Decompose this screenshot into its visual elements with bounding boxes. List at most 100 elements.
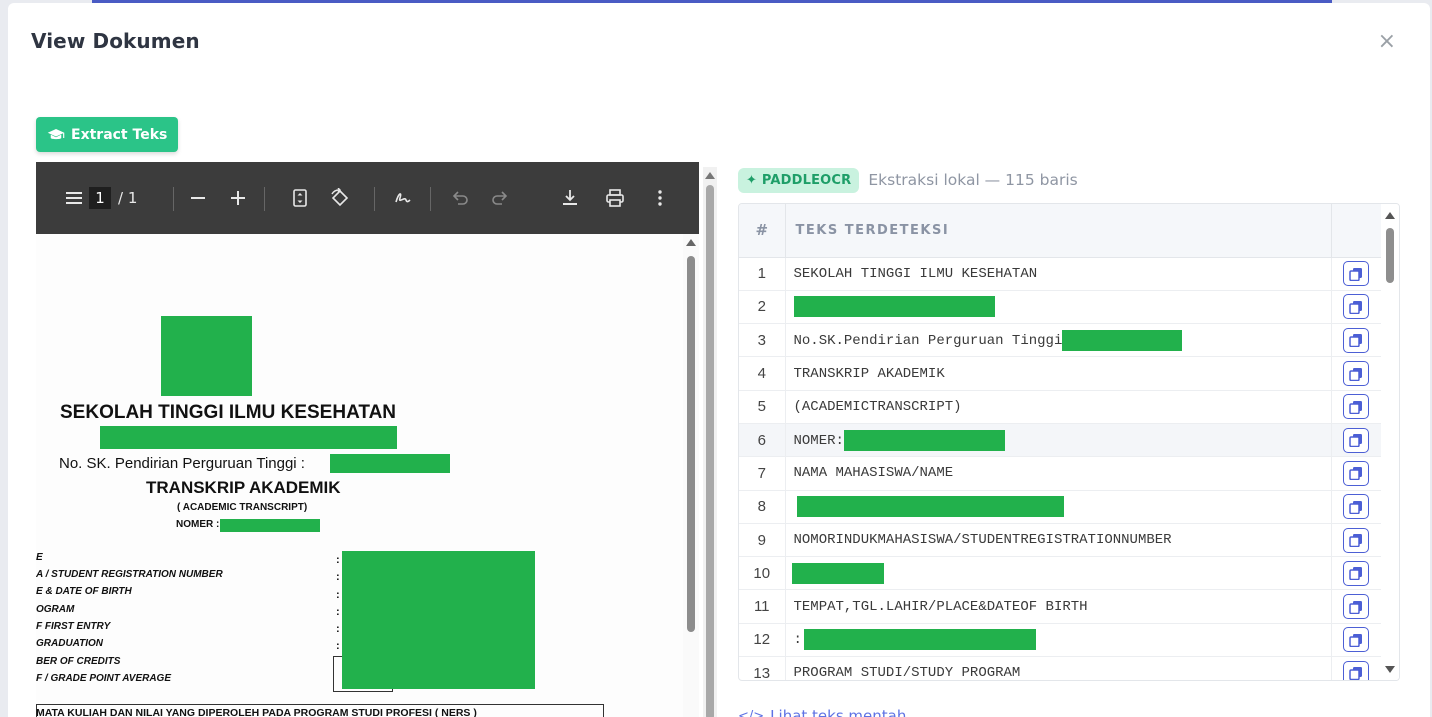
- copy-icon: [1349, 567, 1363, 581]
- close-button[interactable]: ×: [1378, 31, 1396, 53]
- table-row: 9 NOMORINDUKMAHASISWA/STUDENTREGISTRATION…: [739, 523, 1381, 558]
- copy-button[interactable]: [1343, 394, 1370, 420]
- row-number: 8: [739, 490, 786, 524]
- detected-text: NAMA MAHASISWA/NAME: [785, 456, 1331, 491]
- detected-text: (ACADEMICTRANSCRIPT): [785, 390, 1331, 424]
- copy-icon: [1349, 534, 1363, 548]
- copy-button[interactable]: [1343, 327, 1370, 353]
- detected-text-value: NOMER:: [793, 432, 844, 449]
- scroll-down-icon[interactable]: [1385, 666, 1395, 673]
- rotate-icon[interactable]: [330, 186, 350, 210]
- redacted-block: [220, 519, 320, 532]
- more-options-icon[interactable]: [650, 186, 670, 210]
- menu-icon[interactable]: [64, 186, 84, 210]
- extract-text-button[interactable]: Extract Teks: [36, 117, 179, 152]
- doc-field-label: BER OF CREDITS: [36, 656, 121, 667]
- detected-text-value: PROGRAM STUDI/STUDY PROGRAM: [793, 665, 1021, 681]
- draw-icon[interactable]: [393, 186, 413, 210]
- column-header-actions: [1330, 204, 1381, 258]
- column-header-text: TEKS TERDETEKSI: [785, 204, 1331, 258]
- ocr-scrollbar[interactable]: [1381, 204, 1399, 680]
- fit-page-icon[interactable]: [290, 186, 310, 210]
- copy-icon: [1349, 667, 1363, 680]
- copy-icon: [1349, 267, 1363, 281]
- copy-button[interactable]: [1343, 527, 1370, 553]
- detected-text: PROGRAM STUDI/STUDY PROGRAM: [785, 656, 1331, 681]
- row-actions: [1330, 556, 1381, 591]
- viewer-scrollbar[interactable]: [703, 167, 717, 717]
- row-number: 10: [739, 556, 786, 591]
- copy-button[interactable]: [1343, 261, 1370, 287]
- row-actions: [1330, 589, 1381, 624]
- redo-icon[interactable]: [490, 186, 510, 210]
- copy-button[interactable]: [1343, 627, 1370, 653]
- scroll-up-icon[interactable]: [705, 172, 715, 179]
- scroll-thumb[interactable]: [706, 185, 714, 717]
- copy-button[interactable]: [1343, 460, 1370, 486]
- scroll-up-icon[interactable]: [1385, 212, 1395, 219]
- scroll-up-icon[interactable]: [686, 239, 696, 246]
- zoom-out-icon[interactable]: [188, 186, 208, 210]
- row-number: 5: [739, 390, 786, 424]
- row-actions: [1330, 390, 1381, 424]
- redacted-text: [803, 629, 1036, 651]
- table-row: 3 No.SK.Pendirian Perguruan Tinggi: [739, 323, 1381, 358]
- print-icon[interactable]: [605, 186, 625, 210]
- scroll-thumb[interactable]: [1386, 228, 1394, 283]
- doc-footer-line: MATA KULIAH DAN NILAI YANG DIPEROLEH PAD…: [36, 707, 477, 717]
- undo-icon[interactable]: [450, 186, 470, 210]
- row-number: 13: [739, 656, 786, 680]
- pdf-toolbar: 1 / 1: [36, 162, 699, 234]
- table-row: 2: [739, 290, 1381, 325]
- zoom-in-icon[interactable]: [228, 186, 248, 210]
- table-row: 10: [739, 556, 1381, 591]
- copy-button[interactable]: [1343, 427, 1370, 453]
- doc-nomer-label: NOMER :: [176, 519, 220, 530]
- redacted-text: [1062, 329, 1183, 351]
- row-actions: [1330, 523, 1381, 558]
- detected-text: SEKOLAH TINGGI ILMU KESEHATAN: [785, 257, 1331, 291]
- copy-button[interactable]: [1343, 660, 1370, 680]
- detected-text: [785, 490, 1331, 524]
- copy-button[interactable]: [1343, 494, 1370, 520]
- copy-button[interactable]: [1343, 361, 1370, 387]
- redacted-text: [793, 296, 995, 318]
- row-number: 12: [739, 623, 786, 658]
- copy-button[interactable]: [1343, 560, 1370, 586]
- raw-text-link[interactable]: </> Lihat teks mentah: [738, 707, 906, 717]
- table-row: 8: [739, 490, 1381, 524]
- table-row: 11 TEMPAT,TGL.LAHIR/PLACE&DATEOF BIRTH: [739, 589, 1381, 624]
- row-actions: [1330, 290, 1381, 325]
- row-actions: [1330, 423, 1381, 458]
- detected-text: [785, 290, 1331, 325]
- pdf-scrollbar[interactable]: [683, 234, 699, 717]
- redacted-block: [100, 426, 397, 449]
- page-number-input[interactable]: 1: [89, 187, 111, 209]
- detected-text-value: TEMPAT,TGL.LAHIR/PLACE&DATEOF BIRTH: [793, 598, 1088, 615]
- detected-text: TEMPAT,TGL.LAHIR/PLACE&DATEOF BIRTH: [785, 589, 1331, 624]
- detected-text: No.SK.Pendirian Perguruan Tinggi: [785, 323, 1331, 358]
- table-row: 4 TRANSKRIP AKADEMIK: [739, 356, 1381, 391]
- raw-text-label: Lihat teks mentah: [770, 707, 907, 717]
- table-row: 1 SEKOLAH TINGGI ILMU KESEHATAN: [739, 257, 1381, 291]
- scroll-thumb[interactable]: [687, 256, 695, 632]
- doc-field-label: E: [36, 552, 43, 563]
- row-actions: [1330, 456, 1381, 491]
- row-actions: [1330, 623, 1381, 658]
- toolbar-divider: [264, 187, 265, 211]
- doc-field-label: F / GRADE POINT AVERAGE: [36, 673, 172, 684]
- copy-icon: [1349, 500, 1363, 514]
- table-row: 7 NAMA MAHASISWA/NAME: [739, 456, 1381, 491]
- extract-text-label: Extract Teks: [71, 126, 168, 143]
- copy-button[interactable]: [1343, 594, 1370, 620]
- detected-text-value: NOMORINDUKMAHASISWA/STUDENTREGISTRATIONN…: [793, 532, 1172, 549]
- redacted-block: [330, 454, 450, 473]
- row-actions: [1330, 257, 1381, 291]
- row-actions: [1330, 656, 1381, 680]
- ocr-header: ✦ PADDLEOCR Ekstraksi lokal — 115 baris: [738, 165, 1078, 195]
- detected-text-value: SEKOLAH TINGGI ILMU KESEHATAN: [793, 265, 1038, 282]
- copy-button[interactable]: [1343, 294, 1370, 320]
- detected-text: TRANSKRIP AKADEMIK: [785, 356, 1331, 391]
- download-icon[interactable]: [560, 186, 580, 210]
- copy-icon: [1349, 334, 1363, 348]
